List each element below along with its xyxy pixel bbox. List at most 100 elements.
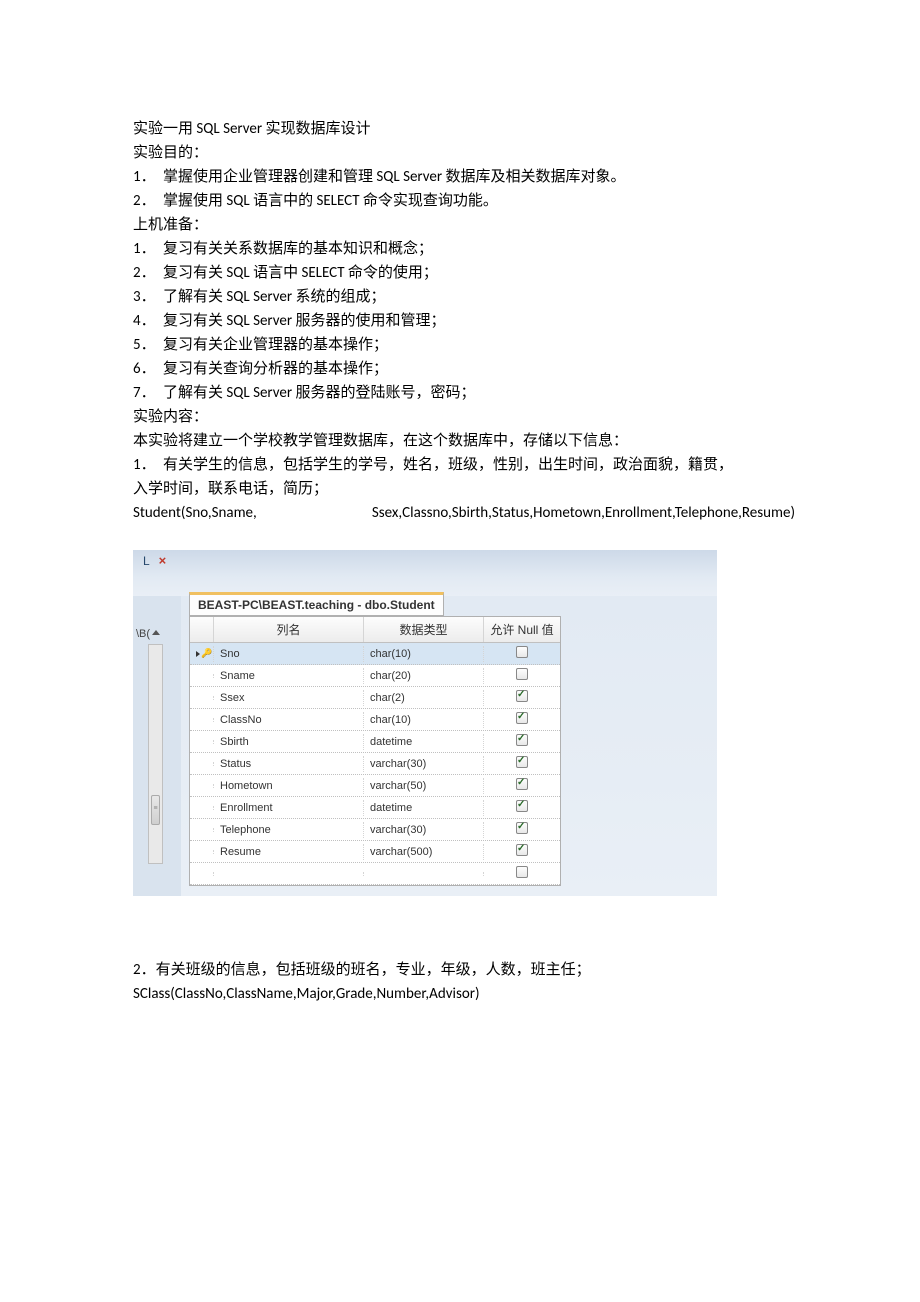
- column-type-cell[interactable]: [364, 872, 484, 876]
- table-row[interactable]: Resumevarchar(500): [190, 841, 560, 863]
- table-row[interactable]: Snamechar(20): [190, 665, 560, 687]
- prep-item-4: 4．复习有关 SQL Server 服务器的使用和管理；: [133, 309, 795, 333]
- document-page: 实验一用 SQL Server 实现数据库设计 实验目的： 1．掌握使用企业管理…: [0, 0, 920, 1046]
- column-type-cell[interactable]: varchar(30): [364, 756, 484, 772]
- column-name-cell[interactable]: Resume: [214, 844, 364, 860]
- content-heading: 实验内容：: [133, 405, 795, 429]
- column-type-cell[interactable]: char(10): [364, 712, 484, 728]
- table-row[interactable]: 🔑Snochar(10): [190, 643, 560, 665]
- prep-text-2: 复习有关 SQL 语言中 SELECT 命令的使用；: [163, 264, 438, 282]
- main-pane: \B( BEAST-PC\BEAST.teaching - dbo.Studen…: [133, 596, 717, 896]
- allow-null-cell[interactable]: [484, 842, 560, 861]
- allow-null-checkbox[interactable]: [516, 844, 528, 856]
- tab-title[interactable]: BEAST-PC\BEAST.teaching - dbo.Student: [189, 592, 444, 616]
- content-item-1-line1: 1．有关学生的信息，包括学生的学号，姓名，班级，性别，出生时间，政治面貌，籍贯，: [133, 453, 795, 477]
- column-type-cell[interactable]: datetime: [364, 800, 484, 816]
- prep-text-3: 了解有关 SQL Server 系统的组成；: [163, 288, 386, 306]
- scrollbar-thumb[interactable]: [151, 795, 160, 825]
- allow-null-cell[interactable]: [484, 820, 560, 839]
- allow-null-checkbox[interactable]: [516, 712, 528, 724]
- schema-student: Student(Sno,Sname,Ssex,Classno,Sbirth,St…: [133, 501, 795, 525]
- goal-text-2: 掌握使用 SQL 语言中的 SELECT 命令实现查询功能。: [163, 192, 498, 210]
- row-selector[interactable]: [190, 850, 214, 854]
- row-selector[interactable]: [190, 784, 214, 788]
- column-type-cell[interactable]: char(10): [364, 646, 484, 662]
- header-type[interactable]: 数据类型: [364, 617, 484, 642]
- header-null[interactable]: 允许 Null 值: [484, 617, 560, 642]
- table-row-empty[interactable]: [190, 863, 560, 885]
- table-row[interactable]: Statusvarchar(30): [190, 753, 560, 775]
- prep-text-1: 复习有关关系数据库的基本知识和概念；: [163, 240, 433, 258]
- content-item-1-line2: 入学时间，联系电话，简历；: [133, 477, 795, 501]
- num2: 2．: [133, 961, 156, 979]
- column-name-cell[interactable]: [214, 872, 364, 876]
- table-row[interactable]: Ssexchar(2): [190, 687, 560, 709]
- allow-null-checkbox[interactable]: [516, 668, 528, 680]
- allow-null-cell[interactable]: [484, 798, 560, 817]
- prep-item-1: 1．复习有关关系数据库的基本知识和概念；: [133, 237, 795, 261]
- allow-null-cell[interactable]: [484, 644, 560, 663]
- column-type-cell[interactable]: varchar(500): [364, 844, 484, 860]
- allow-null-cell[interactable]: [484, 864, 560, 883]
- column-type-cell[interactable]: varchar(50): [364, 778, 484, 794]
- scrollbar[interactable]: [148, 644, 163, 864]
- allow-null-cell[interactable]: [484, 688, 560, 707]
- column-name-cell[interactable]: Ssex: [214, 690, 364, 706]
- column-name-cell[interactable]: Status: [214, 756, 364, 772]
- content2-text: 有关班级的信息，包括班级的班名，专业，年级，人数，班主任；: [156, 961, 591, 979]
- column-type-cell[interactable]: char(20): [364, 668, 484, 684]
- column-name-cell[interactable]: Hometown: [214, 778, 364, 794]
- content-intro: 本实验将建立一个学校教学管理数据库，在这个数据库中，存储以下信息：: [133, 429, 795, 453]
- columns-grid: 列名 数据类型 允许 Null 值 🔑Snochar(10)Snamechar(…: [189, 616, 561, 886]
- allow-null-checkbox[interactable]: [516, 778, 528, 790]
- column-name-cell[interactable]: Sno: [214, 646, 364, 662]
- column-type-cell[interactable]: datetime: [364, 734, 484, 750]
- header-icon-col: [190, 617, 214, 642]
- column-type-cell[interactable]: char(2): [364, 690, 484, 706]
- column-name-cell[interactable]: Enrollment: [214, 800, 364, 816]
- header-name[interactable]: 列名: [214, 617, 364, 642]
- allow-null-checkbox[interactable]: [516, 734, 528, 746]
- prep-heading: 上机准备：: [133, 213, 795, 237]
- table-area: BEAST-PC\BEAST.teaching - dbo.Student 列名…: [181, 596, 717, 896]
- allow-null-cell[interactable]: [484, 754, 560, 773]
- column-type-cell[interactable]: varchar(30): [364, 822, 484, 838]
- allow-null-checkbox[interactable]: [516, 690, 528, 702]
- arrow-up-icon[interactable]: [152, 630, 160, 635]
- row-selector[interactable]: [190, 740, 214, 744]
- column-name-cell[interactable]: Sbirth: [214, 734, 364, 750]
- allow-null-cell[interactable]: [484, 666, 560, 685]
- allow-null-cell[interactable]: [484, 776, 560, 795]
- table-row[interactable]: Sbirthdatetime: [190, 731, 560, 753]
- allow-null-checkbox[interactable]: [516, 866, 528, 878]
- table-row[interactable]: Hometownvarchar(50): [190, 775, 560, 797]
- allow-null-checkbox[interactable]: [516, 646, 528, 658]
- close-area: L ×: [143, 553, 166, 568]
- row-selector[interactable]: [190, 828, 214, 832]
- row-selector[interactable]: [190, 674, 214, 678]
- row-selector[interactable]: [190, 806, 214, 810]
- row-selector[interactable]: 🔑: [190, 646, 214, 662]
- prep-item-5: 5．复习有关企业管理器的基本操作；: [133, 333, 795, 357]
- prep-item-3: 3．了解有关 SQL Server 系统的组成；: [133, 285, 795, 309]
- row-selector[interactable]: [190, 696, 214, 700]
- prep-item-7: 7．了解有关 SQL Server 服务器的登陆账号，密码；: [133, 381, 795, 405]
- row-selector[interactable]: [190, 872, 214, 876]
- column-name-cell[interactable]: ClassNo: [214, 712, 364, 728]
- allow-null-cell[interactable]: [484, 710, 560, 729]
- prep-text-4: 复习有关 SQL Server 服务器的使用和管理；: [163, 312, 446, 330]
- column-name-cell[interactable]: Telephone: [214, 822, 364, 838]
- row-selector[interactable]: [190, 718, 214, 722]
- schema1-left: Student(Sno,Sname,: [133, 501, 257, 525]
- table-row[interactable]: ClassNochar(10): [190, 709, 560, 731]
- allow-null-checkbox[interactable]: [516, 800, 528, 812]
- column-name-cell[interactable]: Sname: [214, 668, 364, 684]
- allow-null-cell[interactable]: [484, 732, 560, 751]
- table-row[interactable]: Telephonevarchar(30): [190, 819, 560, 841]
- row-selector[interactable]: [190, 762, 214, 766]
- close-icon[interactable]: ×: [159, 553, 167, 568]
- allow-null-checkbox[interactable]: [516, 756, 528, 768]
- prep-text-5: 复习有关企业管理器的基本操作；: [163, 336, 388, 354]
- table-row[interactable]: Enrollmentdatetime: [190, 797, 560, 819]
- allow-null-checkbox[interactable]: [516, 822, 528, 834]
